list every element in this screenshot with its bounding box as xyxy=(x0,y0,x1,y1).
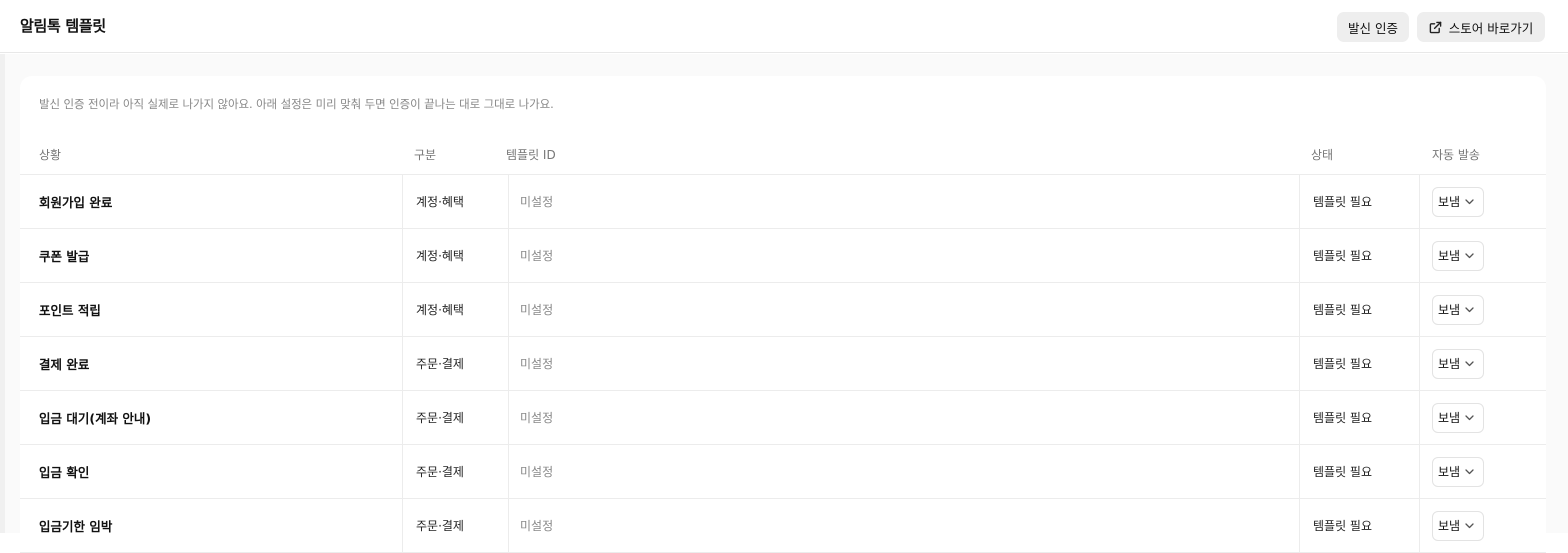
template-id-cell[interactable]: 미설정 xyxy=(520,499,553,552)
auto-send-select[interactable]: 보냄 xyxy=(1432,186,1484,217)
auto-send-cell: 보냄 xyxy=(1432,283,1484,336)
auto-send-cell: 보냄 xyxy=(1432,229,1484,282)
category-cell: 계정·혜택 xyxy=(402,229,509,282)
situation-cell: 쿠폰 발급 xyxy=(39,249,90,264)
auto-send-value: 보냄 xyxy=(1438,195,1461,209)
chevron-down-icon xyxy=(1465,468,1474,474)
table-body: 회원가입 완료 계정·혜택 미설정 템플릿 필요 보냄 쿠폰 발급 계정·혜택 … xyxy=(20,175,1546,553)
status-cell: 템플릿 필요 xyxy=(1299,445,1420,498)
status-cell: 템플릿 필요 xyxy=(1299,175,1420,228)
page-title: 알림톡 템플릿 xyxy=(20,17,106,35)
status-cell: 템플릿 필요 xyxy=(1299,337,1420,390)
go-to-store-button[interactable]: 스토어 바로가기 xyxy=(1417,12,1545,42)
auto-send-value: 보냄 xyxy=(1438,303,1461,317)
template-id-cell[interactable]: 미설정 xyxy=(520,445,553,498)
auto-send-select[interactable]: 보냄 xyxy=(1432,402,1484,433)
situation-cell: 포인트 적립 xyxy=(39,303,101,318)
auto-send-cell: 보냄 xyxy=(1432,499,1484,552)
table-row: 포인트 적립 계정·혜택 미설정 템플릿 필요 보냄 xyxy=(20,283,1546,337)
table-row: 입금 확인 주문·결제 미설정 템플릿 필요 보냄 xyxy=(20,445,1546,499)
template-id-cell[interactable]: 미설정 xyxy=(520,175,553,228)
auto-send-cell: 보냄 xyxy=(1432,337,1484,390)
auto-send-select[interactable]: 보냄 xyxy=(1432,510,1484,541)
chevron-down-icon xyxy=(1465,414,1474,420)
column-header-auto-send: 자동 발송 xyxy=(1432,148,1480,162)
auto-send-select[interactable]: 보냄 xyxy=(1432,294,1484,325)
notice-text: 발신 인증 전이라 아직 실제로 나가지 않아요. 아래 설정은 미리 맞춰 두… xyxy=(39,97,554,111)
auto-send-cell: 보냄 xyxy=(1432,391,1484,444)
situation-cell: 회원가입 완료 xyxy=(39,195,113,210)
situation-cell: 결제 완료 xyxy=(39,357,90,372)
column-header-status: 상태 xyxy=(1311,148,1334,162)
external-link-icon xyxy=(1429,21,1442,33)
auto-send-select[interactable]: 보냄 xyxy=(1432,456,1484,487)
left-edge xyxy=(0,54,5,533)
auto-send-select[interactable]: 보냄 xyxy=(1432,240,1484,271)
template-id-cell[interactable]: 미설정 xyxy=(520,391,553,444)
auto-send-value: 보냄 xyxy=(1438,519,1461,533)
page-header: 알림톡 템플릿 발신 인증 스토어 바로가기 xyxy=(0,0,1568,53)
status-cell: 템플릿 필요 xyxy=(1299,391,1420,444)
auto-send-value: 보냄 xyxy=(1438,357,1461,371)
category-cell: 계정·혜택 xyxy=(402,283,509,336)
chevron-down-icon xyxy=(1465,252,1474,258)
status-cell: 템플릿 필요 xyxy=(1299,229,1420,282)
category-cell: 주문·결제 xyxy=(402,337,509,390)
auto-send-cell: 보냄 xyxy=(1432,445,1484,498)
template-id-cell[interactable]: 미설정 xyxy=(520,229,553,282)
verify-sender-button[interactable]: 발신 인증 xyxy=(1337,12,1409,42)
table-row: 입금기한 임박 주문·결제 미설정 템플릿 필요 보냄 xyxy=(20,499,1546,553)
auto-send-cell: 보냄 xyxy=(1432,175,1484,228)
situation-cell: 입금 확인 xyxy=(39,465,90,480)
category-cell: 주문·결제 xyxy=(402,445,509,498)
table-row: 쿠폰 발급 계정·혜택 미설정 템플릿 필요 보냄 xyxy=(20,229,1546,283)
chevron-down-icon xyxy=(1465,522,1474,528)
go-to-store-label: 스토어 바로가기 xyxy=(1448,20,1534,36)
auto-send-value: 보냄 xyxy=(1438,411,1461,425)
auto-send-value: 보냄 xyxy=(1438,465,1461,479)
category-cell: 계정·혜택 xyxy=(402,175,509,228)
auto-send-select[interactable]: 보냄 xyxy=(1432,348,1484,379)
auto-send-value: 보냄 xyxy=(1438,249,1461,263)
chevron-down-icon xyxy=(1465,306,1474,312)
situation-cell: 입금기한 임박 xyxy=(39,519,113,534)
situation-cell: 입금 대기(계좌 안내) xyxy=(39,411,152,426)
table-row: 회원가입 완료 계정·혜택 미설정 템플릿 필요 보냄 xyxy=(20,175,1546,229)
category-cell: 주문·결제 xyxy=(402,499,509,552)
status-cell: 템플릿 필요 xyxy=(1299,499,1420,552)
column-header-template-id: 템플릿 ID xyxy=(506,148,556,162)
column-header-category: 구분 xyxy=(414,148,437,162)
table-row: 입금 대기(계좌 안내) 주문·결제 미설정 템플릿 필요 보냄 xyxy=(20,391,1546,445)
template-id-cell[interactable]: 미설정 xyxy=(520,337,553,390)
table-row: 결제 완료 주문·결제 미설정 템플릿 필요 보냄 xyxy=(20,337,1546,391)
chevron-down-icon xyxy=(1465,360,1474,366)
status-cell: 템플릿 필요 xyxy=(1299,283,1420,336)
category-cell: 주문·결제 xyxy=(402,391,509,444)
template-id-cell[interactable]: 미설정 xyxy=(520,283,553,336)
column-header-situation: 상황 xyxy=(39,148,62,162)
template-card: 발신 인증 전이라 아직 실제로 나가지 않아요. 아래 설정은 미리 맞춰 두… xyxy=(20,76,1546,553)
chevron-down-icon xyxy=(1465,198,1474,204)
